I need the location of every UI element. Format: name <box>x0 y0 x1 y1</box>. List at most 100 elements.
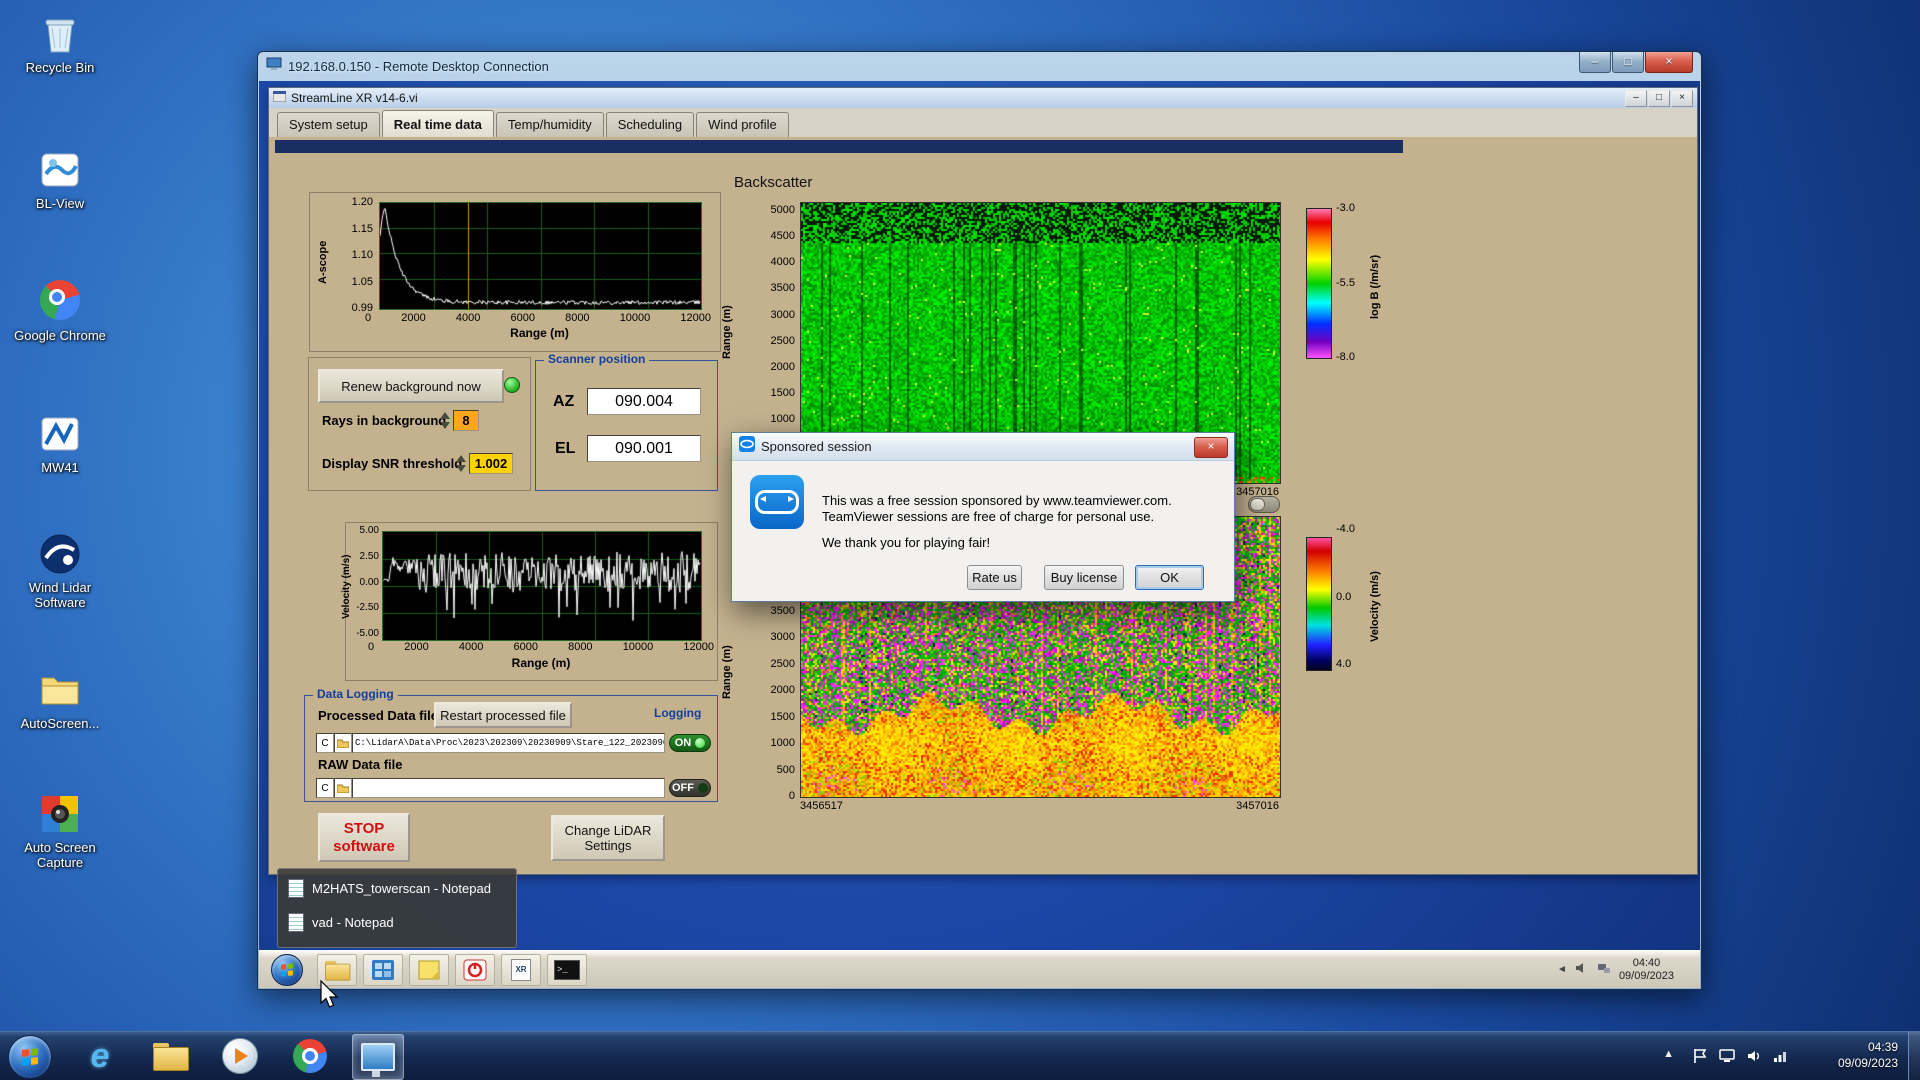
raw-logging-toggle[interactable]: OFF <box>669 779 711 797</box>
start-button[interactable] <box>8 1035 52 1079</box>
rdp-minimize-button[interactable]: – <box>1579 52 1611 73</box>
raw-data-path-field[interactable] <box>352 778 665 798</box>
quicklaunch-stop-power[interactable] <box>455 953 495 986</box>
taskbar-item-remote-desktop[interactable] <box>352 1034 404 1080</box>
taskbar-item-internet-explorer[interactable]: e <box>78 1034 122 1078</box>
tick-label: -3.0 <box>1336 202 1355 214</box>
window-list-item[interactable]: vad - Notepad <box>278 905 516 939</box>
snr-spinner[interactable] <box>455 454 466 473</box>
renew-background-button[interactable]: Renew background now <box>318 369 504 403</box>
velocity-map-x-right-label: 3457016 <box>1236 800 1279 812</box>
remote-clock-date: 09/09/2023 <box>1618 969 1674 982</box>
browse-folder-icon[interactable] <box>334 733 352 753</box>
desktop-icon-bl-view[interactable]: BL-View <box>10 148 110 211</box>
dialog-title: Sponsored session <box>761 439 872 454</box>
desktop-icon-auto-screen-capture[interactable]: Auto Screen Capture <box>10 792 110 870</box>
velocity-display-switch[interactable] <box>1248 496 1280 513</box>
tray-expand-icon[interactable]: ▲ <box>1663 1048 1674 1060</box>
remote-clock[interactable]: 04:40 09/09/2023 <box>1619 957 1674 983</box>
velocity-colorbar-ticks: -4.0 0.0 4.0 <box>1336 523 1355 670</box>
quicklaunch-blueapp[interactable] <box>363 953 403 986</box>
ok-button[interactable]: OK <box>1135 565 1204 590</box>
tick-label: -5.00 <box>356 628 379 639</box>
explorer-folder-icon <box>153 1043 189 1071</box>
taskbar-clock[interactable]: 04:39 09/09/2023 <box>1818 1039 1898 1071</box>
tab-temp-humidity[interactable]: Temp/humidity <box>495 112 604 137</box>
el-value-field[interactable]: 090.001 <box>587 435 701 462</box>
desktop-icon-wind-lidar[interactable]: Wind Lidar Software <box>10 532 110 610</box>
tab-wind-profile[interactable]: Wind profile <box>696 112 789 137</box>
quicklaunch-notes[interactable] <box>409 953 449 986</box>
app-minimize-button[interactable]: – <box>1625 90 1647 107</box>
chrome-icon <box>293 1039 327 1073</box>
rays-spinner[interactable] <box>439 411 450 430</box>
system-tray <box>1691 1032 1790 1080</box>
remote-tray-expand-icon[interactable]: ◄ <box>1557 964 1567 975</box>
quicklaunch-console[interactable]: >_ <box>547 953 587 986</box>
az-value-field[interactable]: 090.004 <box>587 388 701 415</box>
desktop-icon-label: Auto Screen Capture <box>24 840 96 870</box>
drive-selector[interactable]: C <box>316 733 334 753</box>
quicklaunch-xr-document[interactable]: XR <box>501 953 541 986</box>
rdp-maximize-button[interactable]: □ <box>1612 52 1644 73</box>
stop-software-button[interactable]: STOP software <box>318 813 410 862</box>
action-center-flag-icon[interactable] <box>1691 1047 1709 1065</box>
rate-us-button[interactable]: Rate us <box>967 565 1022 590</box>
app-close-button[interactable]: × <box>1671 90 1693 107</box>
taskbar-item-explorer[interactable] <box>148 1034 192 1078</box>
ie-icon: e <box>90 1036 110 1075</box>
network-icon[interactable] <box>1772 1047 1790 1065</box>
tick-label: 1.10 <box>351 249 373 261</box>
remote-taskbar: XR >_ ◄ 04:40 09/09/2023 <box>259 950 1700 988</box>
dialog-titlebar[interactable]: Sponsored session × <box>732 433 1234 461</box>
restart-processed-file-button[interactable]: Restart processed file <box>434 702 572 728</box>
window-list-label: vad - Notepad <box>312 914 394 930</box>
app-restore-button[interactable]: □ <box>1648 90 1670 107</box>
tick-label: 2.50 <box>359 550 379 562</box>
buy-license-button[interactable]: Buy license <box>1044 565 1124 590</box>
processed-data-path-field[interactable]: C:\LidarA\Data\Proc\2023\202309\20230909… <box>352 733 665 753</box>
desktop-icon-label: MW41 <box>41 460 79 475</box>
app-titlebar[interactable]: StreamLine XR v14-6.vi – □ × <box>269 88 1697 109</box>
bl-view-icon <box>38 148 82 192</box>
remote-network-icon[interactable] <box>1597 961 1611 979</box>
rdp-close-button[interactable]: × <box>1645 52 1693 73</box>
chrome-icon <box>38 280 82 324</box>
raw-drive-selector[interactable]: C <box>316 778 334 798</box>
volume-icon[interactable] <box>1745 1047 1763 1065</box>
rdp-titlebar[interactable]: 192.168.0.150 - Remote Desktop Connectio… <box>258 52 1701 81</box>
processed-logging-toggle[interactable]: ON <box>669 734 711 752</box>
mouse-cursor <box>318 979 340 1015</box>
processed-data-file-label: Processed Data file <box>318 708 438 723</box>
recycle-bin-icon <box>38 12 82 56</box>
raw-browse-folder-icon[interactable] <box>334 778 352 798</box>
clock-date: 09/09/2023 <box>1837 1056 1898 1070</box>
rdp-tray-icon[interactable] <box>1718 1047 1736 1065</box>
tab-real-time-data[interactable]: Real time data <box>381 110 494 138</box>
xr-doc-glyph: XR <box>511 958 531 981</box>
show-desktop-button[interactable] <box>1908 1032 1920 1080</box>
media-player-icon <box>222 1038 258 1074</box>
rdp-window-title: 192.168.0.150 - Remote Desktop Connectio… <box>288 59 549 74</box>
remote-volume-icon[interactable] <box>1575 961 1589 979</box>
tick-label: 10000 <box>622 641 654 653</box>
remote-start-button[interactable] <box>271 953 303 986</box>
desktop-icon-google-chrome[interactable]: Google Chrome <box>10 278 110 343</box>
desktop-icon-recycle-bin[interactable]: Recycle Bin <box>10 12 110 75</box>
window-list-item[interactable]: M2HATS_towerscan - Notepad <box>278 871 516 905</box>
snr-value-field[interactable]: 1.002 <box>469 453 513 474</box>
taskbar-item-chrome[interactable] <box>288 1034 332 1078</box>
tick-label: 8000 <box>568 641 593 653</box>
desktop-icon-label: AutoScreen... <box>20 716 100 731</box>
tab-system-setup[interactable]: System setup <box>277 112 380 137</box>
desktop-icon-mw41[interactable]: MW41 <box>10 412 110 475</box>
velocity-plot-canvas <box>382 531 702 641</box>
dialog-close-button[interactable]: × <box>1194 437 1228 458</box>
tab-scheduling[interactable]: Scheduling <box>605 112 695 137</box>
tick-label: 3000 <box>770 631 795 644</box>
desktop-icon-autoscreen-folder[interactable]: AutoScreen... <box>10 668 110 731</box>
change-lidar-settings-button[interactable]: Change LiDAR Settings <box>551 815 665 861</box>
velocity-map-y-axis-label: Range (m) <box>721 645 733 699</box>
rays-value-field[interactable]: 8 <box>453 410 479 431</box>
taskbar-item-media-player[interactable] <box>218 1034 262 1078</box>
